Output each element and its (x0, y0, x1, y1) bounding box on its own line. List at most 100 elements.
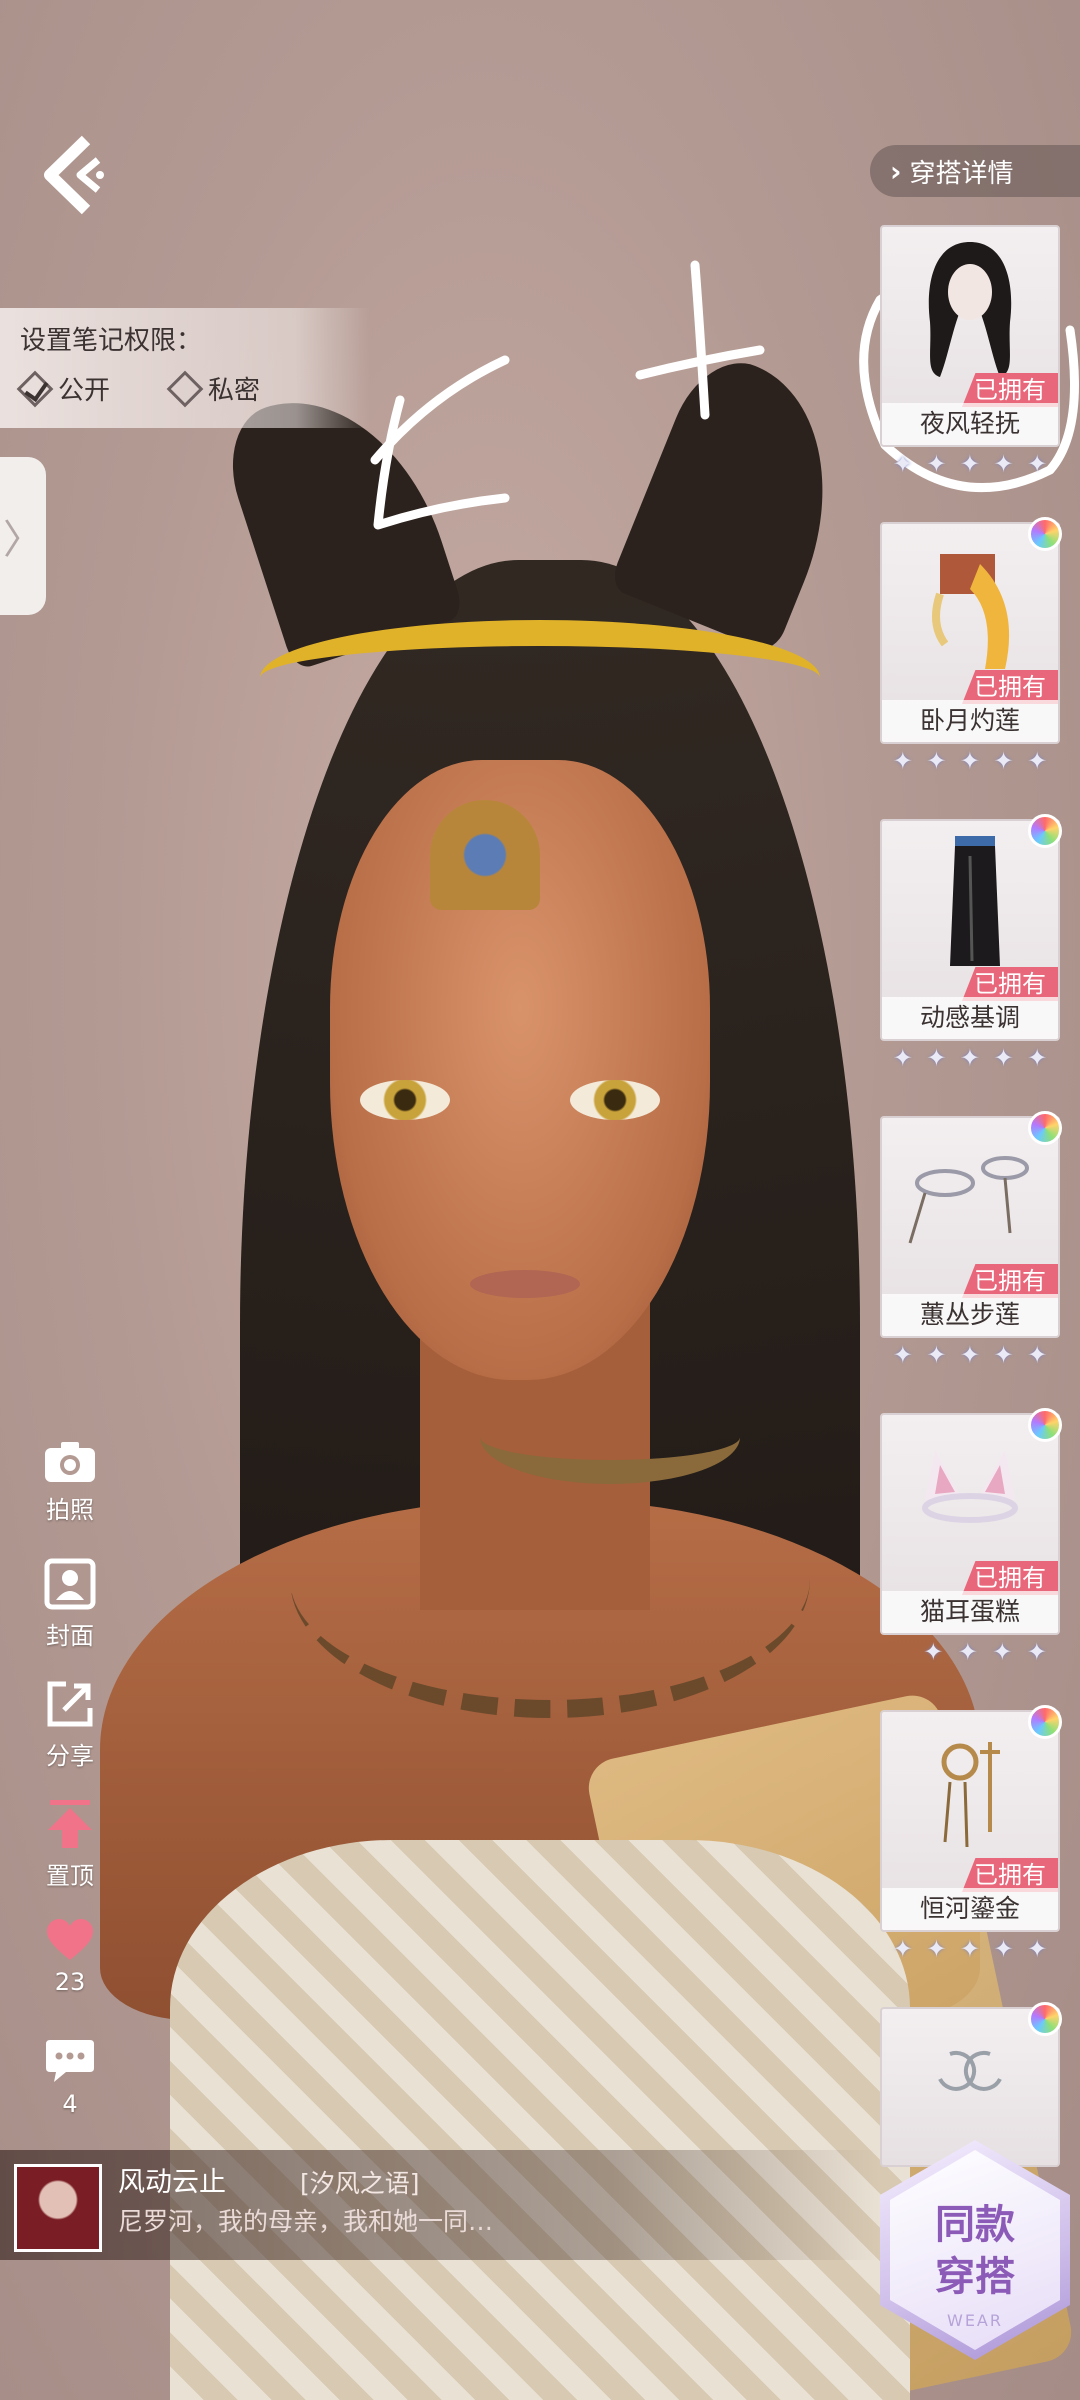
pin-button[interactable]: 置顶 (20, 1798, 120, 1891)
comment-text: 尼罗河，我的母亲，我和她一同… (118, 2207, 494, 2236)
star-icon: ✦ (926, 1341, 947, 1369)
comment-preview-bar[interactable]: 风动云止 [汐风之语] 尼罗河，我的母亲，我和她一同… (0, 2150, 880, 2260)
item-card[interactable]: 已拥有 夜风轻抚 (880, 225, 1060, 447)
share-button[interactable]: 分享 (20, 1678, 120, 1771)
star-icon: ✦ (1027, 1341, 1048, 1369)
side-drawer-handle[interactable]: 〉 (0, 457, 46, 615)
star-icon: ✦ (892, 1044, 913, 1072)
item-card[interactable]: 已拥有 猫耳蛋糕 (880, 1413, 1060, 1635)
note-permission-panel: 设置笔记权限： 公开 私密 (0, 308, 370, 428)
item-name: 卧月灼莲 (882, 700, 1058, 742)
star-icon: ✦ (993, 747, 1014, 775)
hair-item-thumbnail (882, 227, 1058, 387)
ornament-item-thumbnail (882, 1712, 1058, 1872)
comment-count: 4 (62, 2090, 78, 2118)
item-name: 蕙丛步莲 (882, 1294, 1058, 1336)
star-icon: ✦ (1026, 1638, 1047, 1666)
character-eye-left (360, 1080, 450, 1120)
star-icon: ✦ (926, 747, 947, 775)
item-card[interactable]: 已拥有 卧月灼莲 (880, 522, 1060, 744)
item-star-rating: ✦ ✦ ✦ ✦ (886, 1638, 1054, 1666)
item-name: 动感基调 (882, 997, 1058, 1039)
star-icon: ✦ (957, 1638, 978, 1666)
anklet-item-thumbnail (882, 1118, 1058, 1278)
like-button[interactable]: 23 (20, 1918, 120, 1996)
item-card[interactable]: 已拥有 动感基调 (880, 819, 1060, 1041)
star-icon: ✦ (892, 747, 913, 775)
character-forehead-ornament (430, 800, 540, 910)
item-star-rating: ✦ ✦ ✦ ✦ ✦ (886, 1341, 1054, 1369)
star-icon: ✦ (992, 1638, 1013, 1666)
item-name: 猫耳蛋糕 (882, 1591, 1058, 1633)
cat-ear-item-thumbnail (882, 1415, 1058, 1575)
star-icon: ✦ (892, 1341, 913, 1369)
star-icon: ✦ (892, 1935, 913, 1963)
rainbow-dye-icon (1028, 1408, 1062, 1442)
photo-button[interactable]: 拍照 (20, 1440, 120, 1525)
character-headband (260, 620, 820, 736)
owned-badge: 已拥有 (962, 1264, 1058, 1298)
commenter-avatar[interactable] (14, 2164, 102, 2252)
cover-button[interactable]: 封面 (20, 1558, 120, 1651)
comment-outfit-tag: [汐风之语] (300, 2169, 420, 2198)
outfit-details-button[interactable]: › 穿搭详情 (870, 145, 1080, 197)
character-dress (170, 1840, 910, 2400)
item-card[interactable]: 已拥有 蕙丛步莲 (880, 1116, 1060, 1338)
pin-label: 置顶 (46, 1862, 94, 1890)
star-icon: ✦ (926, 1044, 947, 1072)
item-card[interactable]: 已拥有 恒河鎏金 (880, 1710, 1060, 1932)
owned-badge: 已拥有 (962, 967, 1058, 1001)
star-icon: ✦ (892, 450, 913, 478)
heart-icon (47, 1919, 93, 1960)
owned-badge: 已拥有 (962, 1561, 1058, 1595)
star-icon: ✦ (959, 1044, 981, 1072)
speech-bubble-icon (46, 2040, 94, 2082)
permission-title: 设置笔记权限： (20, 326, 203, 356)
permission-public-option[interactable]: 公开 (16, 370, 110, 407)
camera-icon (45, 1442, 95, 1482)
share-icon (47, 1681, 93, 1727)
back-button[interactable] (38, 130, 110, 220)
permission-private-option[interactable]: 私密 (166, 370, 261, 407)
item-name: 夜风轻抚 (882, 403, 1058, 445)
unchecked-diamond-icon (166, 370, 204, 407)
star-icon: ✦ (993, 1341, 1014, 1369)
character-eye-right (570, 1080, 660, 1120)
star-icon: ✦ (959, 450, 981, 478)
rainbow-dye-icon (1028, 1705, 1062, 1739)
outfit-details-label: 穿搭详情 (909, 158, 1014, 189)
skirt-item-thumbnail (882, 821, 1058, 981)
star-icon: ✦ (923, 1638, 944, 1666)
photo-label: 拍照 (46, 1496, 94, 1524)
permission-private-label: 私密 (208, 376, 261, 406)
star-icon: ✦ (993, 1044, 1014, 1072)
top-item-thumbnail (882, 524, 1058, 684)
owned-badge: 已拥有 (962, 1858, 1058, 1892)
star-icon: ✦ (993, 1935, 1014, 1963)
star-icon: ✦ (926, 1935, 947, 1963)
same-outfit-watermark: WEAR (947, 2311, 1003, 2330)
star-icon: ✦ (1027, 1935, 1048, 1963)
like-count: 23 (54, 1968, 86, 1996)
character-necklace (290, 1440, 810, 1718)
checked-diamond-icon (16, 370, 54, 407)
rainbow-dye-icon (1028, 1111, 1062, 1145)
star-icon: ✦ (1027, 747, 1048, 775)
item-star-rating: ✦ ✦ ✦ ✦ ✦ (886, 1935, 1054, 1963)
chevron-right-icon: › (890, 154, 902, 188)
item-star-rating: ✦ ✦ ✦ ✦ ✦ (886, 747, 1054, 775)
rainbow-dye-icon (1028, 2002, 1062, 2036)
commenter-username: 风动云止 (118, 2167, 226, 2198)
star-icon: ✦ (1027, 450, 1048, 478)
star-icon: ✦ (926, 450, 947, 478)
rainbow-dye-icon (1028, 517, 1062, 551)
item-star-rating: ✦ ✦ ✦ ✦ ✦ (886, 450, 1054, 478)
star-icon: ✦ (1027, 1044, 1048, 1072)
rainbow-dye-icon (1028, 814, 1062, 848)
same-outfit-button[interactable]: 同款 穿搭 WEAR (880, 2140, 1070, 2360)
item-name: 恒河鎏金 (882, 1888, 1058, 1930)
same-outfit-line2: 穿搭 (935, 2254, 1015, 2300)
owned-badge: 已拥有 (962, 373, 1058, 407)
star-icon: ✦ (959, 1341, 981, 1369)
comment-button[interactable]: 4 (20, 2036, 120, 2118)
